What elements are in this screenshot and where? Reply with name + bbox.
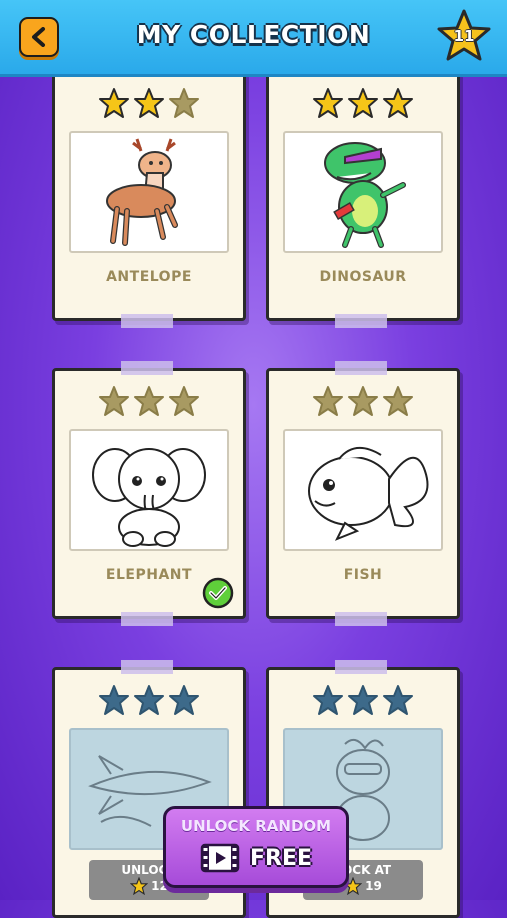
card-stars — [55, 385, 243, 417]
card-label: DINOSAUR — [319, 269, 407, 285]
tape — [121, 612, 173, 626]
elephant-drawing — [92, 448, 206, 547]
star-icon — [99, 386, 129, 416]
star-icon — [130, 877, 149, 895]
star-icon — [99, 88, 129, 118]
tape — [121, 314, 173, 328]
top-bar: MY COLLECTION 11 — [0, 0, 507, 74]
lock-cost: 19 — [365, 879, 382, 893]
tape — [335, 612, 387, 626]
video-ad-icon — [200, 843, 240, 873]
star-icon — [348, 386, 378, 416]
unlock-random-label: UNLOCK RANDOM — [180, 817, 332, 835]
star-icon — [313, 386, 343, 416]
fish-drawing — [308, 447, 429, 541]
tape — [335, 314, 387, 328]
star-icon — [383, 386, 413, 416]
star-icon — [134, 88, 164, 118]
star-icon — [99, 685, 129, 715]
artwork-fish — [283, 429, 443, 551]
card-stars — [269, 684, 457, 716]
card-fish[interactable]: FISH — [266, 361, 460, 626]
star-count: 11 — [453, 27, 475, 45]
card-stars — [55, 684, 243, 716]
tape — [335, 361, 387, 375]
checkmark-icon — [202, 577, 234, 609]
card-label: ANTELOPE — [106, 269, 192, 285]
card-dinosaur[interactable]: DINOSAUR — [266, 70, 460, 328]
star-icon — [313, 88, 343, 118]
star-count-badge: 11 — [436, 8, 492, 64]
unlock-random-button[interactable]: UNLOCK RANDOM FREE — [163, 806, 349, 888]
star-icon — [348, 685, 378, 715]
artwork-dinosaur — [283, 131, 443, 253]
star-icon — [169, 386, 199, 416]
star-icon — [134, 685, 164, 715]
dinosaur-drawing — [324, 142, 406, 248]
star-icon — [383, 88, 413, 118]
tape — [121, 361, 173, 375]
card-stars — [55, 87, 243, 119]
card-elephant[interactable]: ELEPHANT — [52, 361, 246, 626]
artwork-antelope — [69, 131, 229, 253]
card-label: FISH — [343, 567, 383, 583]
star-icon — [348, 88, 378, 118]
star-icon — [169, 685, 199, 715]
star-icon — [134, 386, 164, 416]
star-icon — [169, 88, 199, 118]
card-stars — [269, 385, 457, 417]
card-stars — [269, 87, 457, 119]
antelope-drawing — [106, 138, 178, 246]
star-icon — [313, 685, 343, 715]
page-title: MY COLLECTION — [136, 20, 371, 49]
card-antelope[interactable]: ANTELOPE — [52, 70, 246, 328]
free-label: FREE — [249, 845, 313, 871]
artwork-elephant — [69, 429, 229, 551]
star-icon — [383, 685, 413, 715]
tape — [335, 660, 387, 674]
tape — [121, 660, 173, 674]
